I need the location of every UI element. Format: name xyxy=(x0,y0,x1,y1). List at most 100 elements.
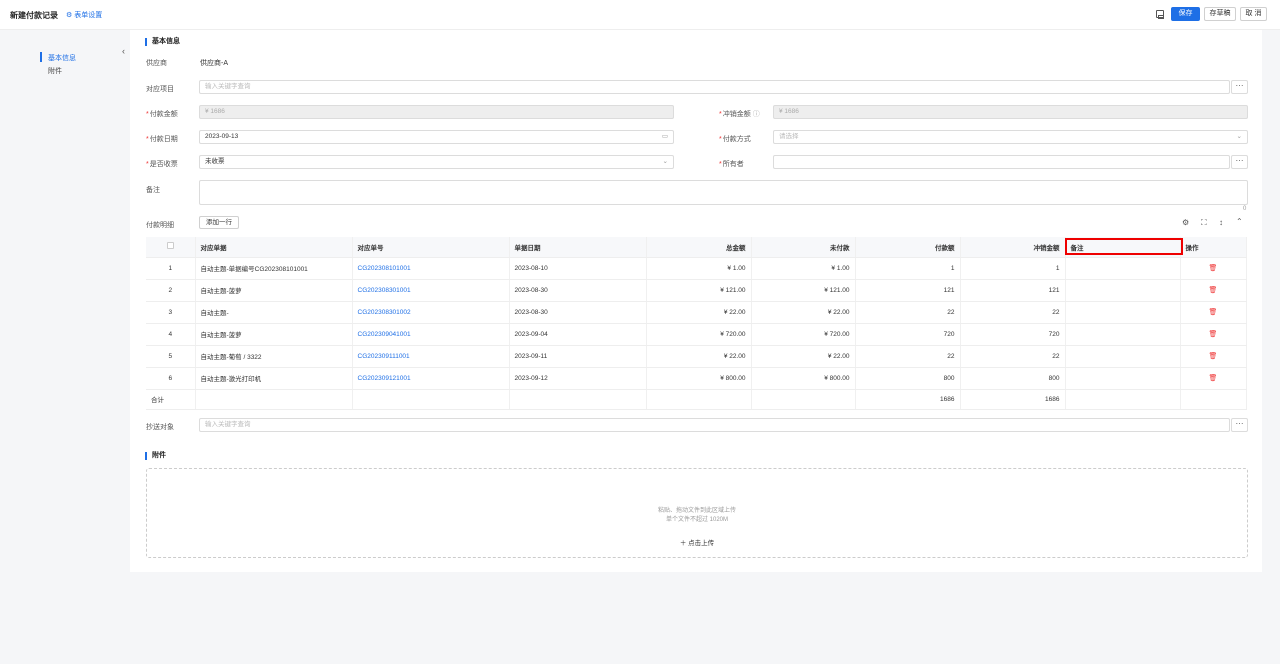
doc-number-link[interactable]: CG202308301001 xyxy=(352,279,510,302)
offset-cell[interactable]: 22 xyxy=(960,345,1066,368)
total-cell: ¥ 121.00 xyxy=(646,279,752,302)
doc-cell: 自动主题- xyxy=(195,301,353,324)
doc-number-link[interactable]: CG202308301002 xyxy=(352,301,510,324)
unpaid-cell: ¥ 121.00 xyxy=(751,279,856,302)
nav-item-basic-info[interactable]: 基本信息 xyxy=(48,53,76,63)
supplier-label: 供应商 xyxy=(146,60,167,67)
delete-icon[interactable]: 🗑 xyxy=(1209,287,1218,294)
attachments-section-title: 附件 xyxy=(145,452,166,460)
remark-cell[interactable] xyxy=(1065,279,1181,302)
total-offset: 1686 xyxy=(960,389,1066,410)
chevron-up-icon[interactable]: ⌃ xyxy=(1236,217,1243,226)
offset-cell[interactable]: 1 xyxy=(960,257,1066,280)
date-cell: 2023-08-10 xyxy=(509,257,647,280)
remark-cell[interactable] xyxy=(1065,345,1181,368)
unpaid-cell: ¥ 22.00 xyxy=(751,301,856,324)
table-row: 4 自动主题-菠萝 CG202309041001 2023-09-04 ¥ 72… xyxy=(146,323,1247,346)
chevron-left-icon[interactable]: ‹ xyxy=(122,46,125,56)
action-cell: 🗑 xyxy=(1180,345,1247,368)
action-cell: 🗑 xyxy=(1180,301,1247,324)
remark-cell[interactable] xyxy=(1065,367,1181,390)
doc-number-link[interactable]: CG202309041001 xyxy=(352,323,510,346)
remark-cell[interactable] xyxy=(1065,323,1181,346)
pay-cell[interactable]: 1 xyxy=(855,257,961,280)
doc-cell: 自动主题-激光打印机 xyxy=(195,367,353,390)
cc-more-button[interactable]: ··· xyxy=(1231,418,1248,432)
upload-dropzone[interactable]: 粘贴、拖动文件到此区域上传 单个文件不超过 1020M ＋ 点击上传 xyxy=(146,468,1248,558)
total-cell: ¥ 22.00 xyxy=(646,301,752,324)
total-cell: ¥ 720.00 xyxy=(646,323,752,346)
unpaid-cell: ¥ 1.00 xyxy=(751,257,856,280)
save-draft-button[interactable]: 存草稿 xyxy=(1204,7,1236,21)
table-row: 1 自动主题-单据编号CG202308101001 CG202308101001… xyxy=(146,257,1247,280)
add-row-button[interactable]: 添加一行 xyxy=(199,216,239,229)
owner-input[interactable] xyxy=(773,155,1230,169)
table-total-row: 合计 1686 1686 xyxy=(146,389,1247,410)
action-cell: 🗑 xyxy=(1180,323,1247,346)
calendar-icon: ▭ xyxy=(661,133,668,140)
nav-item-attachments[interactable]: 附件 xyxy=(48,66,62,76)
payment-date-label: *付款日期 xyxy=(146,136,178,143)
amount-label: *付款金额 xyxy=(146,111,178,118)
column-header: 总金额 xyxy=(646,237,752,258)
remark-char-count: 0 xyxy=(1243,206,1247,212)
pay-cell[interactable]: 121 xyxy=(855,279,961,302)
delete-icon[interactable]: 🗑 xyxy=(1209,265,1218,272)
payment-method-select[interactable]: 请选择 ⌄ xyxy=(773,130,1248,144)
delete-icon[interactable]: 🗑 xyxy=(1209,353,1218,360)
date-cell: 2023-09-04 xyxy=(509,323,647,346)
pay-cell[interactable]: 22 xyxy=(855,345,961,368)
total-pay: 1686 xyxy=(855,389,961,410)
row-index: 6 xyxy=(146,367,196,390)
cancel-button[interactable]: 取 消 xyxy=(1240,7,1267,21)
row-index: 3 xyxy=(146,301,196,324)
doc-number-link[interactable]: CG202308101001 xyxy=(352,257,510,280)
date-cell: 2023-08-30 xyxy=(509,279,647,302)
remark-cell[interactable] xyxy=(1065,257,1181,280)
delete-icon[interactable]: 🗑 xyxy=(1209,309,1218,316)
delete-icon[interactable]: 🗑 xyxy=(1209,375,1218,382)
supplier-value: 供应商-A xyxy=(200,60,228,67)
table-row: 5 自动主题-葡萄 / 3322 CG202309111001 2023-09-… xyxy=(146,345,1247,368)
chevron-down-icon: ⌄ xyxy=(1236,133,1242,140)
row-index: 5 xyxy=(146,345,196,368)
cc-input[interactable]: 输入关键字查询 xyxy=(199,418,1230,432)
column-header: 冲销金额 xyxy=(960,237,1066,258)
settings-icon[interactable]: ⚙ xyxy=(1182,218,1189,227)
upload-button[interactable]: ＋ 点击上传 xyxy=(147,537,1247,547)
owner-more-button[interactable]: ··· xyxy=(1231,155,1248,169)
column-header: 付款额 xyxy=(855,237,961,258)
form-settings-link[interactable]: ⚙ 表单设置 xyxy=(66,10,102,20)
save-layout-icon[interactable] xyxy=(1156,10,1164,19)
offset-cell[interactable]: 121 xyxy=(960,279,1066,302)
project-more-button[interactable]: ··· xyxy=(1231,80,1248,94)
remark-cell[interactable] xyxy=(1065,301,1181,324)
doc-cell: 自动主题-单据编号CG202308101001 xyxy=(195,257,353,280)
offset-cell[interactable]: 800 xyxy=(960,367,1066,390)
remark-label: 备注 xyxy=(146,187,160,194)
column-height-icon[interactable]: ↕ xyxy=(1219,218,1223,227)
doc-number-link[interactable]: CG202309121001 xyxy=(352,367,510,390)
invoice-status-select[interactable]: 未收票 ⌄ xyxy=(199,155,674,169)
table-row: 2 自动主题-菠萝 CG202308301001 2023-08-30 ¥ 12… xyxy=(146,279,1247,302)
remark-textarea[interactable] xyxy=(199,180,1248,205)
pay-cell[interactable]: 22 xyxy=(855,301,961,324)
table-row: 6 自动主题-激光打印机 CG202309121001 2023-09-12 ¥… xyxy=(146,367,1247,390)
column-header: 单据日期 xyxy=(509,237,647,258)
active-indicator xyxy=(40,52,42,62)
select-all-checkbox[interactable] xyxy=(166,242,174,250)
project-input[interactable]: 输入关键字查询 xyxy=(199,80,1230,94)
fullscreen-icon[interactable]: ⛶ xyxy=(1201,218,1207,228)
doc-cell: 自动主题-菠萝 xyxy=(195,279,353,302)
pay-cell[interactable]: 720 xyxy=(855,323,961,346)
offset-cell[interactable]: 22 xyxy=(960,301,1066,324)
unpaid-cell: ¥ 720.00 xyxy=(751,323,856,346)
select-all-cell xyxy=(146,237,196,258)
save-button[interactable]: 保存 xyxy=(1171,7,1200,21)
offset-cell[interactable]: 720 xyxy=(960,323,1066,346)
payment-date-picker[interactable]: 2023-09-13 ▭ xyxy=(199,130,674,144)
pay-cell[interactable]: 800 xyxy=(855,367,961,390)
doc-number-link[interactable]: CG202309111001 xyxy=(352,345,510,368)
payment-details-label: 付款明细 xyxy=(146,222,174,229)
delete-icon[interactable]: 🗑 xyxy=(1209,331,1218,338)
